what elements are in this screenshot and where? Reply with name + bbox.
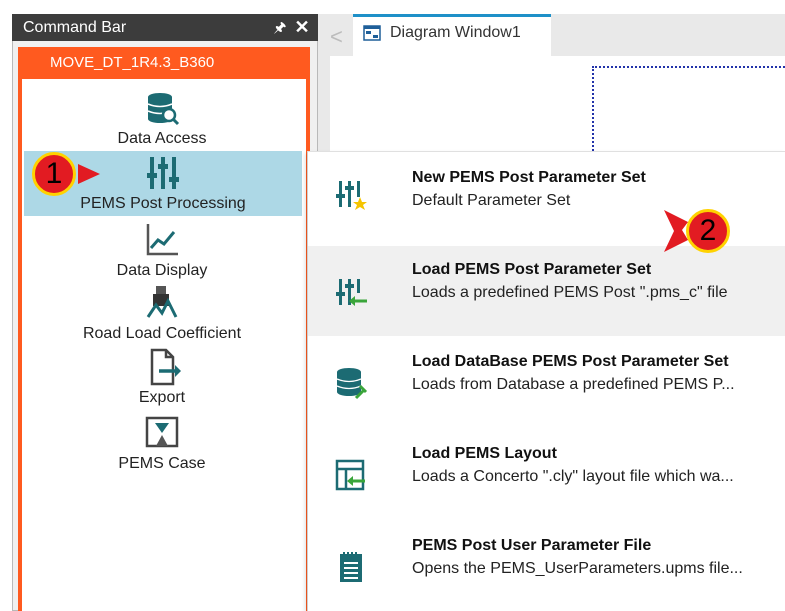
menu-item-title: Load DataBase PEMS Post Parameter Set <box>412 353 729 370</box>
tab-label: Diagram Window1 <box>390 24 521 41</box>
nav-item-pems-case[interactable]: PEMS Case <box>22 413 302 473</box>
menu-item-load-parameter-set[interactable]: Load PEMS Post Parameter Set Loads a pre… <box>308 246 785 336</box>
new-parameter-set-icon <box>336 181 367 210</box>
menu-item-title: New PEMS Post Parameter Set <box>412 169 646 186</box>
road-load-icon <box>146 286 178 318</box>
nav-label: PEMS Case <box>118 455 206 472</box>
nav-item-data-display[interactable]: Data Display <box>22 220 302 279</box>
menu-item-load-layout[interactable]: Load PEMS Layout Loads a Concerto ".cly"… <box>308 428 785 510</box>
step-arrow-2 <box>664 210 688 252</box>
pin-icon[interactable]: 🖈 <box>270 14 290 41</box>
line-chart-icon <box>146 224 178 256</box>
menu-item-description: Loads a Concerto ".cly" layout file whic… <box>412 468 734 485</box>
nav-label: Export <box>138 389 186 406</box>
database-load-icon <box>336 368 368 400</box>
project-header[interactable]: MOVE_DT_1R4.3_B360 <box>18 47 310 79</box>
nav-label: PEMS Post Processing <box>80 195 246 212</box>
menu-item-load-database-parameter-set[interactable]: Load DataBase PEMS Post Parameter Set Lo… <box>308 336 785 418</box>
nav-item-road-load-coefficient[interactable]: Road Load Coefficient <box>22 283 302 343</box>
menu-item-title: PEMS Post User Parameter File <box>412 537 652 554</box>
sliders-icon <box>147 157 179 189</box>
diagram-window-icon <box>363 25 381 41</box>
nav-item-export[interactable]: Export <box>22 347 302 407</box>
export-icon <box>150 348 181 386</box>
close-icon[interactable]: ✕ <box>292 14 312 41</box>
step-arrow-1 <box>78 164 100 184</box>
menu-item-description: Loads from Database a predefined PEMS P.… <box>412 376 735 393</box>
load-parameter-set-icon <box>336 279 367 306</box>
case-icon <box>145 416 179 448</box>
menu-item-title: Load PEMS Layout <box>412 445 557 462</box>
menu-item-user-parameter-file[interactable]: PEMS Post User Parameter File Opens the … <box>308 520 785 602</box>
menu-item-title: Load PEMS Post Parameter Set <box>412 261 652 278</box>
nav-label: Road Load Coefficient <box>82 325 242 342</box>
tab-scroll-left-button[interactable]: < <box>330 22 350 52</box>
menu-item-description: Default Parameter Set <box>412 192 571 209</box>
menu-item-description: Loads a predefined PEMS Post ".pms_c" fi… <box>412 284 728 301</box>
nav-label: Data Access <box>117 130 207 147</box>
notepad-icon <box>340 552 362 582</box>
database-search-icon <box>147 93 180 126</box>
step-badge-1: 1 <box>32 152 76 196</box>
menu-item-description: Opens the PEMS_UserParameters.upms file.… <box>412 560 743 577</box>
nav-label: Data Display <box>116 262 208 279</box>
layout-load-icon <box>335 459 365 491</box>
nav-item-data-access[interactable]: Data Access <box>22 88 302 148</box>
step-badge-2: 2 <box>686 209 730 253</box>
